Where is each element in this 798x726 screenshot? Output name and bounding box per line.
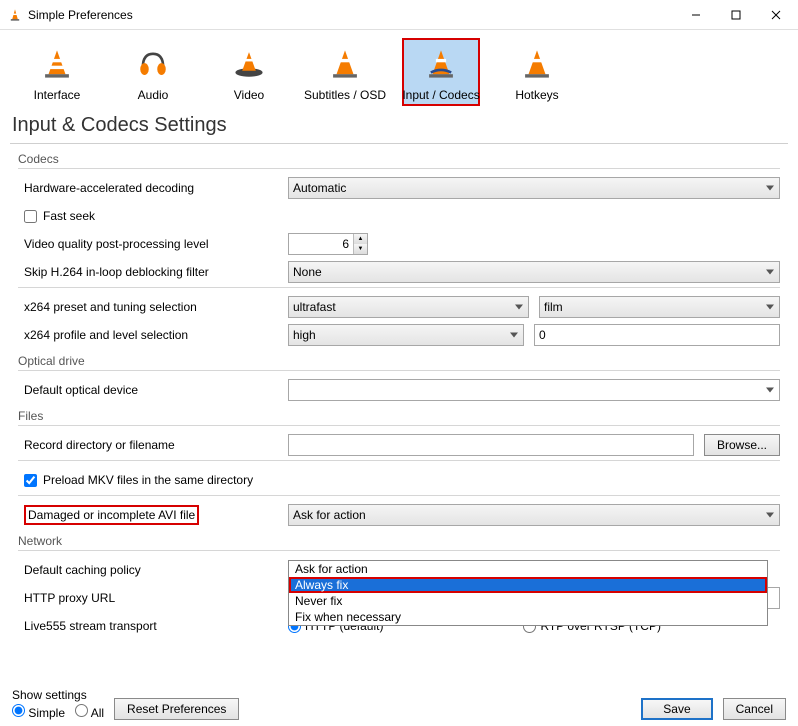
x264-profile-select[interactable]: high <box>288 324 524 346</box>
close-button[interactable] <box>756 1 796 29</box>
live555-label: Live555 stream transport <box>18 619 280 633</box>
show-all-radio[interactable]: All <box>75 704 104 720</box>
cone-icon <box>37 44 77 84</box>
maximize-button[interactable] <box>716 1 756 29</box>
group-network-title: Network <box>18 534 780 548</box>
hw-decoding-select[interactable]: Automatic <box>288 177 780 199</box>
cone-icon <box>325 44 365 84</box>
page-title: Input & Codecs Settings <box>0 112 798 143</box>
reset-preferences-button[interactable]: Reset Preferences <box>114 698 239 720</box>
minimize-button[interactable] <box>676 1 716 29</box>
tab-interface[interactable]: Interface <box>18 38 96 106</box>
avi-dropdown-list: Ask for action Always fix Never fix Fix … <box>288 560 768 626</box>
x264-preset-select[interactable]: ultrafast <box>288 296 529 318</box>
show-settings-label: Show settings <box>12 688 104 702</box>
divider <box>10 143 788 144</box>
spin-down-icon[interactable]: ▼ <box>353 244 367 254</box>
skip-deblock-label: Skip H.264 in-loop deblocking filter <box>18 265 280 279</box>
group-codecs-title: Codecs <box>18 152 780 166</box>
tab-subtitles[interactable]: Subtitles / OSD <box>306 38 384 106</box>
avi-option[interactable]: Never fix <box>289 593 767 609</box>
avi-label: Damaged or incomplete AVI file <box>24 505 199 525</box>
avi-select[interactable]: Ask for action <box>288 504 780 526</box>
app-icon <box>8 8 22 22</box>
category-toolbar: Interface Audio Video Subtitles / OSD In… <box>0 30 798 112</box>
record-dir-label: Record directory or filename <box>18 438 280 452</box>
x264-preset-label: x264 preset and tuning selection <box>18 300 280 314</box>
preload-mkv-checkbox[interactable]: Preload MKV files in the same directory <box>18 473 253 487</box>
titlebar: Simple Preferences <box>0 0 798 30</box>
spin-up-icon[interactable]: ▲ <box>353 234 367 244</box>
cone-icon <box>517 44 557 84</box>
caching-label: Default caching policy <box>18 563 280 577</box>
x264-level-input[interactable] <box>534 324 780 346</box>
headphones-icon <box>133 44 173 84</box>
pp-level-label: Video quality post-processing level <box>18 237 280 251</box>
window-title: Simple Preferences <box>28 8 133 22</box>
http-proxy-label: HTTP proxy URL <box>18 591 280 605</box>
default-optical-label: Default optical device <box>18 383 280 397</box>
tab-hotkeys[interactable]: Hotkeys <box>498 38 576 106</box>
show-simple-radio[interactable]: Simple <box>12 704 65 720</box>
fast-seek-checkbox[interactable]: Fast seek <box>18 209 95 223</box>
footer: Show settings Simple All Reset Preferenc… <box>0 682 798 722</box>
avi-option[interactable]: Fix when necessary <box>289 609 767 625</box>
avi-option[interactable]: Always fix <box>289 577 767 593</box>
record-dir-input[interactable] <box>288 434 694 456</box>
x264-tune-select[interactable]: film <box>539 296 780 318</box>
avi-option[interactable]: Ask for action <box>289 561 767 577</box>
tab-video[interactable]: Video <box>210 38 288 106</box>
default-optical-select[interactable] <box>288 379 780 401</box>
film-cone-icon <box>229 44 269 84</box>
skip-deblock-select[interactable]: None <box>288 261 780 283</box>
tab-input-codecs[interactable]: Input / Codecs <box>402 38 480 106</box>
save-button[interactable]: Save <box>641 698 712 720</box>
group-optical-title: Optical drive <box>18 354 780 368</box>
hw-decoding-label: Hardware-accelerated decoding <box>18 181 280 195</box>
cancel-button[interactable]: Cancel <box>723 698 786 720</box>
group-files-title: Files <box>18 409 780 423</box>
x264-profile-label: x264 profile and level selection <box>18 328 280 342</box>
browse-button[interactable]: Browse... <box>704 434 780 456</box>
tab-audio[interactable]: Audio <box>114 38 192 106</box>
cone-codecs-icon <box>421 44 461 84</box>
